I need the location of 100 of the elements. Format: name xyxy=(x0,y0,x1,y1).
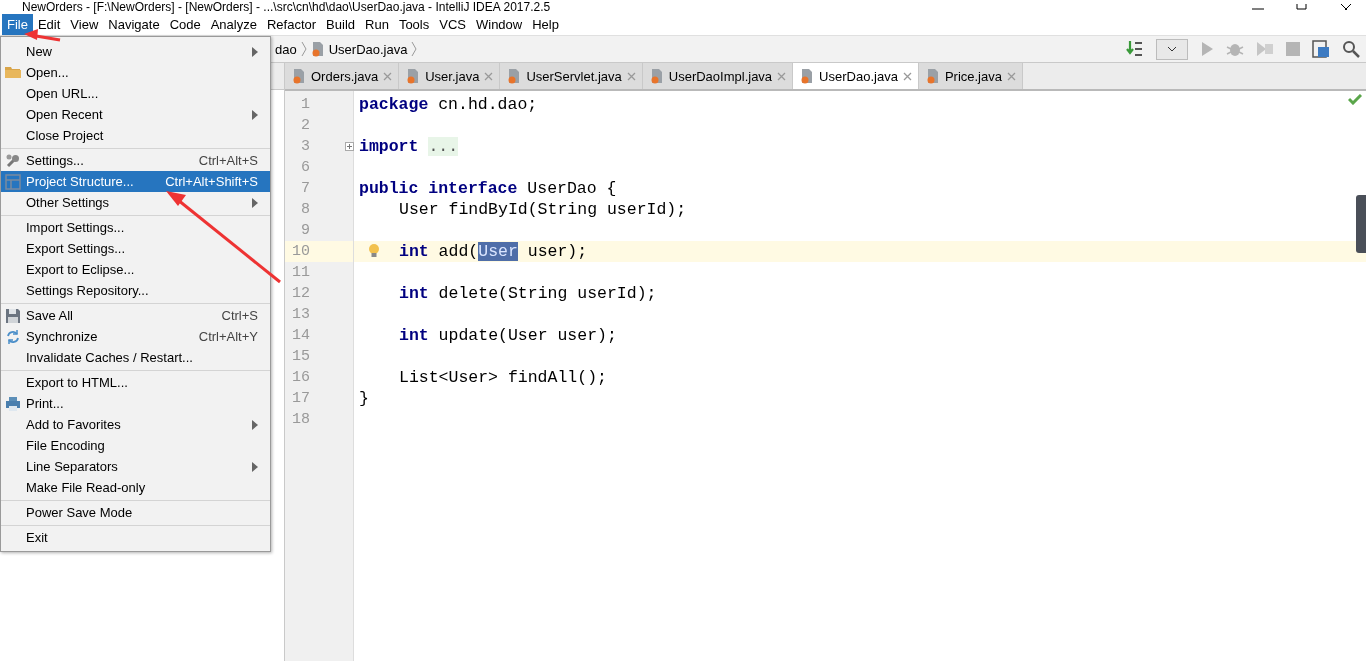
menu-item[interactable]: Code xyxy=(164,14,206,35)
shortcut: Ctrl+S xyxy=(221,308,258,323)
line-number: 15 xyxy=(291,348,310,365)
menu-item[interactable]: Invalidate Caches / Restart... xyxy=(1,347,270,368)
line-number: 12 xyxy=(291,285,310,302)
menu-item[interactable]: Line Separators xyxy=(1,456,270,477)
code-line: List<User> findAll(); xyxy=(399,368,607,387)
caret-icon xyxy=(1167,46,1177,52)
menu-item[interactable]: Edit xyxy=(32,14,66,35)
submenu-arrow-icon xyxy=(252,461,258,472)
menu-item[interactable]: Window xyxy=(470,14,528,35)
submenu-arrow-icon xyxy=(252,419,258,430)
editor-tab[interactable]: Orders.java xyxy=(285,63,400,89)
menu-item[interactable]: Import Settings... xyxy=(1,217,270,238)
menu-item[interactable]: Other Settings xyxy=(1,192,270,213)
line-number: 16 xyxy=(291,369,310,386)
menu-item[interactable]: Make File Read-only xyxy=(1,477,270,498)
menu-item[interactable]: Close Project xyxy=(1,125,270,146)
editor-tab[interactable]: User.java xyxy=(399,63,501,89)
java-file-icon xyxy=(310,41,325,57)
coverage-icon[interactable] xyxy=(1256,41,1274,57)
editor-tab[interactable]: UserDao.java xyxy=(793,63,919,89)
menu-item[interactable]: Export to Eclipse... xyxy=(1,259,270,280)
menu-item[interactable]: Print... xyxy=(1,393,270,414)
line-number: 7 xyxy=(300,180,310,197)
menu-item[interactable]: Save All Ctrl+S xyxy=(1,305,270,326)
menu-item[interactable]: VCS xyxy=(434,14,471,35)
submenu-arrow-icon xyxy=(252,197,258,208)
editor-tab[interactable]: UserDaoImpl.java xyxy=(642,63,794,89)
line-number: 8 xyxy=(300,201,310,218)
code-line: } xyxy=(359,389,369,408)
menu-item[interactable]: File Encoding xyxy=(1,435,270,456)
menu-item[interactable]: Open... xyxy=(1,62,270,83)
java-file-icon xyxy=(507,68,522,84)
menu-item[interactable]: Help xyxy=(527,14,564,35)
line-number: 10 xyxy=(291,243,310,260)
line-number: 13 xyxy=(291,306,310,323)
line-number: 1 xyxy=(300,96,310,113)
java-file-icon xyxy=(925,68,940,84)
printer-icon xyxy=(5,396,21,412)
menu-item[interactable]: Settings Repository... xyxy=(1,280,270,301)
menu-item[interactable]: Navigate xyxy=(103,14,165,35)
menu-item[interactable]: Run xyxy=(360,14,394,35)
menu-item[interactable]: View xyxy=(65,14,104,35)
run-icon[interactable] xyxy=(1200,41,1214,57)
java-file-icon xyxy=(800,68,815,84)
code-line: import ... xyxy=(359,137,459,156)
floppy-icon xyxy=(5,308,21,324)
code-line: public interface UserDao { xyxy=(359,179,617,198)
menu-item[interactable]: Add to Favorites xyxy=(1,414,270,435)
build-icon[interactable] xyxy=(1126,40,1144,58)
menu-item[interactable]: Tools xyxy=(393,14,435,35)
shortcut: Ctrl+Alt+Shift+S xyxy=(165,174,258,189)
menu-item[interactable]: New xyxy=(1,41,270,62)
menu-item[interactable]: Export to HTML... xyxy=(1,372,270,393)
sync-icon xyxy=(5,329,21,345)
shortcut: Ctrl+Alt+Y xyxy=(198,329,258,344)
run-config-dropdown[interactable] xyxy=(1156,38,1188,60)
code-line: int add(User user); xyxy=(399,242,588,261)
check-icon xyxy=(1348,94,1362,105)
restore-icon[interactable] xyxy=(1296,4,1308,10)
code-line: User findById(String userId); xyxy=(399,200,687,219)
annotation-arrow xyxy=(24,29,61,42)
code-line: int update(User user); xyxy=(399,326,617,345)
line-number: 6 xyxy=(300,159,310,176)
code-line: package cn.hd.dao; xyxy=(359,95,538,114)
java-file-icon xyxy=(406,68,421,84)
menu-item[interactable]: Analyze xyxy=(205,14,262,35)
menu-item[interactable]: Power Save Mode xyxy=(1,502,270,523)
java-file-icon xyxy=(292,68,306,84)
breadcrumb[interactable]: dao xyxy=(275,41,297,57)
menu-item[interactable]: File xyxy=(2,14,33,35)
menu-item[interactable]: Build xyxy=(321,14,360,35)
menu-item[interactable]: Export Settings... xyxy=(1,238,270,259)
code-line: int delete(String userId); xyxy=(399,284,657,303)
editor-tab[interactable]: Price.java xyxy=(918,63,1023,89)
chevron-icon xyxy=(300,41,307,57)
menu-item[interactable]: Open URL... xyxy=(1,83,270,104)
java-file-icon xyxy=(649,68,664,84)
menu-item[interactable]: Exit xyxy=(1,527,270,548)
line-number: 14 xyxy=(291,327,310,344)
menu-item[interactable]: Refactor xyxy=(261,14,322,35)
expand-icon[interactable] xyxy=(345,142,354,151)
editor-tab[interactable]: UserServlet.java xyxy=(500,63,643,89)
menu-item[interactable]: Synchronize Ctrl+Alt+Y xyxy=(1,326,270,347)
menu-item[interactable]: Settings... Ctrl+Alt+S xyxy=(1,150,270,171)
lightbulb-icon[interactable] xyxy=(368,243,380,259)
chevron-icon xyxy=(411,41,418,57)
breadcrumb[interactable]: UserDao.java xyxy=(328,41,408,57)
project-structure-icon[interactable] xyxy=(1312,40,1330,58)
line-number: 18 xyxy=(291,411,310,428)
submenu-arrow-icon xyxy=(252,46,258,57)
line-number: 17 xyxy=(291,390,310,407)
wrench-icon xyxy=(5,153,21,169)
submenu-arrow-icon xyxy=(252,109,258,120)
line-number: 3 xyxy=(300,138,310,155)
menu-item[interactable]: Open Recent xyxy=(1,104,270,125)
menu-item[interactable]: Project Structure... Ctrl+Alt+Shift+S xyxy=(1,171,270,192)
bug-icon[interactable] xyxy=(1226,41,1244,57)
search-icon[interactable] xyxy=(1342,40,1360,58)
